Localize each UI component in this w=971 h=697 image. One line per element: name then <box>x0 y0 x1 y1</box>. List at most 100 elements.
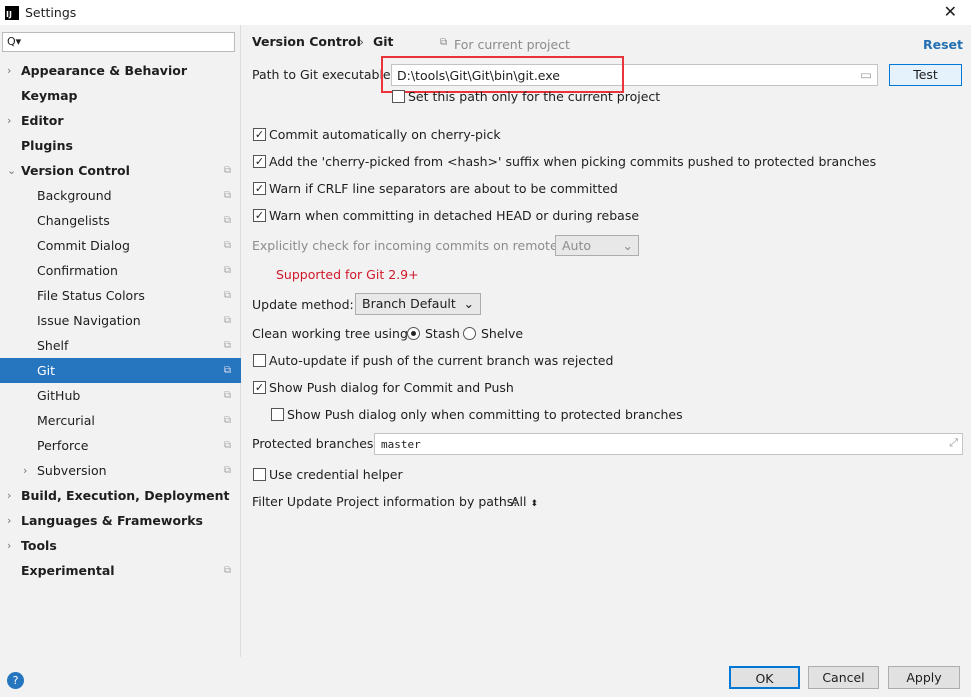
folder-icon[interactable]: ▭ <box>860 67 872 82</box>
sidebar-item-label: Perforce <box>37 438 89 453</box>
expand-arrow-icon[interactable]: › <box>23 464 27 477</box>
sidebar-item-label: Appearance & Behavior <box>21 63 187 78</box>
sidebar-item[interactable]: Changelists ⧉ <box>0 208 241 233</box>
shelve-radio[interactable] <box>463 327 476 340</box>
sidebar-item[interactable]: Perforce ⧉ <box>0 433 241 458</box>
sidebar-item[interactable]: Shelf ⧉ <box>0 333 241 358</box>
option-checkbox[interactable]: ✓ <box>253 182 266 195</box>
sidebar-item-label: GitHub <box>37 388 81 403</box>
update-method-select[interactable]: Branch Default ⌄ <box>355 293 481 315</box>
sidebar-item[interactable]: ⌄ Version Control ⧉ <box>0 158 241 183</box>
sidebar-item[interactable]: Experimental ⧉ <box>0 558 241 583</box>
sidebar-item-label: Experimental <box>21 563 115 578</box>
sidebar-item[interactable]: Keymap <box>0 83 241 108</box>
sidebar-item[interactable]: › Subversion ⧉ <box>0 458 241 483</box>
window-title: Settings <box>25 5 77 20</box>
sidebar: Q▾ › Appearance & Behavior Keymap › Editor Pl… <box>0 25 241 657</box>
sidebar-item-label: Background <box>37 188 112 203</box>
option-checkbox[interactable]: ✓ <box>253 381 266 394</box>
sidebar-item[interactable]: › Tools <box>0 533 241 558</box>
option-checkbox[interactable] <box>271 408 284 421</box>
breadcrumb-version-control[interactable]: Version Control <box>252 34 361 49</box>
incoming-select: Auto ⌄ <box>555 235 639 256</box>
sidebar-item-label: Commit Dialog <box>37 238 130 253</box>
option-checkbox[interactable]: ✓ <box>253 128 266 141</box>
sidebar-item-label: Build, Execution, Deployment <box>21 488 230 503</box>
incoming-value: Auto <box>562 238 592 253</box>
project-only-label: Set this path only for the current proje… <box>408 89 661 104</box>
option-label: Show Push dialog for Commit and Push <box>269 380 514 395</box>
option-checkbox[interactable]: ✓ <box>253 155 266 168</box>
option-label: Warn if CRLF line separators are about t… <box>269 181 618 196</box>
option-label: Show Push dialog only when committing to… <box>287 407 683 422</box>
expand-icon[interactable]: ⤢ <box>949 436 958 450</box>
project-only-checkbox[interactable] <box>392 90 405 103</box>
filter-select[interactable]: All ⬍ <box>511 494 538 509</box>
sidebar-item-label: Issue Navigation <box>37 313 141 328</box>
credential-helper-checkbox[interactable] <box>253 468 266 481</box>
project-scope-icon: ⧉ <box>223 465 231 476</box>
sidebar-item[interactable]: › Editor <box>0 108 241 133</box>
sidebar-item[interactable]: Plugins <box>0 133 241 158</box>
sidebar-item[interactable]: GitHub ⧉ <box>0 383 241 408</box>
sidebar-item-label: Version Control <box>21 163 130 178</box>
copy-icon: ⧉ <box>440 37 448 48</box>
project-scope-icon: ⧉ <box>223 315 231 326</box>
protected-branches-input[interactable]: master ⤢ <box>374 433 963 455</box>
option-label: Auto-update if push of the current branc… <box>269 353 614 368</box>
stash-radio[interactable] <box>407 327 420 340</box>
expand-arrow-icon[interactable]: › <box>7 489 11 502</box>
dialog-footer: ? OK Cancel Apply <box>0 657 971 697</box>
ok-button[interactable]: OK <box>729 666 800 689</box>
sidebar-item-label: Confirmation <box>37 263 118 278</box>
git-version-note: Supported for Git 2.9+ <box>276 267 419 282</box>
protected-branches-value: master <box>381 438 421 451</box>
sidebar-item[interactable]: Confirmation ⧉ <box>0 258 241 283</box>
sidebar-item-label: Tools <box>21 538 57 553</box>
expand-arrow-icon[interactable]: › <box>7 539 11 552</box>
filter-label: Filter Update Project information by pat… <box>252 494 518 509</box>
sidebar-item[interactable]: Issue Navigation ⧉ <box>0 308 241 333</box>
reset-link[interactable]: Reset <box>923 37 963 52</box>
project-scope-icon: ⧉ <box>223 165 231 176</box>
sidebar-item-label: Editor <box>21 113 64 128</box>
sidebar-item[interactable]: Background ⧉ <box>0 183 241 208</box>
help-button[interactable]: ? <box>7 672 24 689</box>
filter-value: All <box>511 494 527 509</box>
project-scope-icon: ⧉ <box>223 440 231 451</box>
scope-label: For current project <box>454 37 570 52</box>
sidebar-item[interactable]: Mercurial ⧉ <box>0 408 241 433</box>
test-button[interactable]: Test <box>889 64 962 86</box>
path-label: Path to Git executable: <box>252 67 395 82</box>
sidebar-item[interactable]: Commit Dialog ⧉ <box>0 233 241 258</box>
sidebar-item[interactable]: › Appearance & Behavior <box>0 58 241 83</box>
expand-arrow-icon[interactable]: › <box>7 64 11 77</box>
sidebar-item[interactable]: › Languages & Frameworks <box>0 508 241 533</box>
option-label: Warn when committing in detached HEAD or… <box>269 208 640 223</box>
expand-arrow-icon[interactable]: ⌄ <box>7 164 16 177</box>
project-scope-icon: ⧉ <box>223 240 231 251</box>
cancel-button[interactable]: Cancel <box>808 666 879 689</box>
title-bar: IJ Settings ✕ <box>0 0 971 25</box>
sidebar-item-label: Git <box>37 363 56 378</box>
project-scope-icon: ⧉ <box>223 390 231 401</box>
expand-arrow-icon[interactable]: › <box>7 514 11 527</box>
clean-tree-label: Clean working tree using: <box>252 326 413 341</box>
shelve-label: Shelve <box>481 326 524 341</box>
project-scope-icon: ⧉ <box>223 265 231 276</box>
sidebar-item[interactable]: Git ⧉ <box>0 358 241 383</box>
project-scope-icon: ⧉ <box>223 365 231 376</box>
expand-arrow-icon[interactable]: › <box>7 114 11 127</box>
stash-label: Stash <box>425 326 460 341</box>
sidebar-item[interactable]: › Build, Execution, Deployment <box>0 483 241 508</box>
option-checkbox[interactable]: ✓ <box>253 209 266 222</box>
close-icon[interactable]: ✕ <box>944 2 957 21</box>
apply-button[interactable]: Apply <box>888 666 960 689</box>
project-scope-icon: ⧉ <box>223 190 231 201</box>
search-input[interactable]: Q▾ <box>2 32 235 52</box>
sidebar-item[interactable]: File Status Colors ⧉ <box>0 283 241 308</box>
option-checkbox[interactable] <box>253 354 266 367</box>
option-label: Add the 'cherry-picked from <hash>' suff… <box>269 154 877 169</box>
app-logo: IJ <box>5 5 19 20</box>
update-method-label: Update method: <box>252 297 354 312</box>
